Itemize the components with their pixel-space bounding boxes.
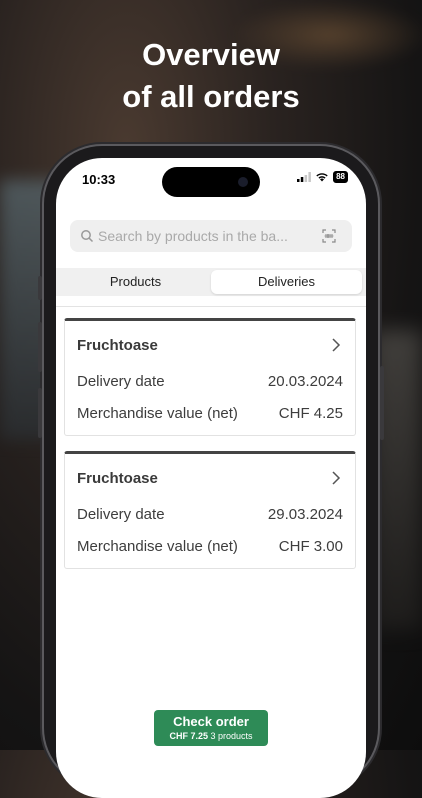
merchandise-value: CHF 3.00 [278, 538, 343, 555]
promo-headline: Overview of all orders [0, 34, 422, 118]
chevron-right-icon[interactable] [331, 470, 341, 486]
phone-screen: 10:33 88 Search by products in the ba...… [56, 158, 366, 798]
phone-power-button [380, 366, 384, 440]
order-total: CHF 7.25 [169, 731, 208, 741]
tab-products[interactable]: Products [60, 270, 211, 294]
supplier-name: Fruchtoase [77, 337, 158, 354]
merchandise-value-label: Merchandise value (net) [77, 405, 238, 422]
barcode-scan-icon[interactable] [322, 229, 336, 243]
order-card[interactable]: Fruchtoase Delivery date 29.03.2024 Merc… [64, 451, 356, 569]
status-icons: 88 [297, 171, 348, 183]
search-input[interactable]: Search by products in the ba... [98, 228, 312, 244]
phone-frame: 10:33 88 Search by products in the ba...… [38, 146, 384, 798]
order-card[interactable]: Fruchtoase Delivery date 20.03.2024 Merc… [64, 318, 356, 436]
headline-line-2: of all orders [122, 79, 300, 114]
view-segmented-control: Products Deliveries [56, 268, 366, 296]
dynamic-island [162, 167, 260, 197]
phone-action-button [38, 276, 42, 300]
search-bar[interactable]: Search by products in the ba... [70, 220, 352, 252]
delivery-date-label: Delivery date [77, 506, 165, 523]
chevron-right-icon[interactable] [331, 337, 341, 353]
status-time: 10:33 [82, 172, 116, 187]
check-order-summary: CHF 7.25 3 products [154, 731, 268, 741]
merchandise-value-label: Merchandise value (net) [77, 538, 238, 555]
delivery-date-value: 20.03.2024 [267, 373, 343, 390]
supplier-name: Fruchtoase [77, 470, 158, 487]
signal-icon [297, 172, 311, 182]
delivery-date-row: Delivery date 20.03.2024 [77, 373, 343, 390]
camera-icon [238, 177, 248, 187]
delivery-date-label: Delivery date [77, 373, 165, 390]
delivery-date-value: 29.03.2024 [267, 506, 343, 523]
headline-line-1: Overview [142, 37, 280, 72]
merchandise-value-row: Merchandise value (net) CHF 3.00 [77, 538, 343, 555]
tab-deliveries[interactable]: Deliveries [211, 270, 362, 294]
divider [56, 306, 366, 307]
check-order-button[interactable]: Check order CHF 7.25 3 products [154, 710, 268, 746]
merchandise-value: CHF 4.25 [278, 405, 343, 422]
wifi-icon [316, 173, 328, 182]
check-order-label: Check order [173, 714, 249, 729]
delivery-date-row: Delivery date 29.03.2024 [77, 506, 343, 523]
product-count: 3 products [210, 731, 253, 741]
phone-volume-up [38, 322, 42, 372]
battery-icon: 88 [333, 171, 348, 183]
merchandise-value-row: Merchandise value (net) CHF 4.25 [77, 405, 343, 422]
phone-volume-down [38, 388, 42, 438]
search-icon [81, 230, 94, 243]
